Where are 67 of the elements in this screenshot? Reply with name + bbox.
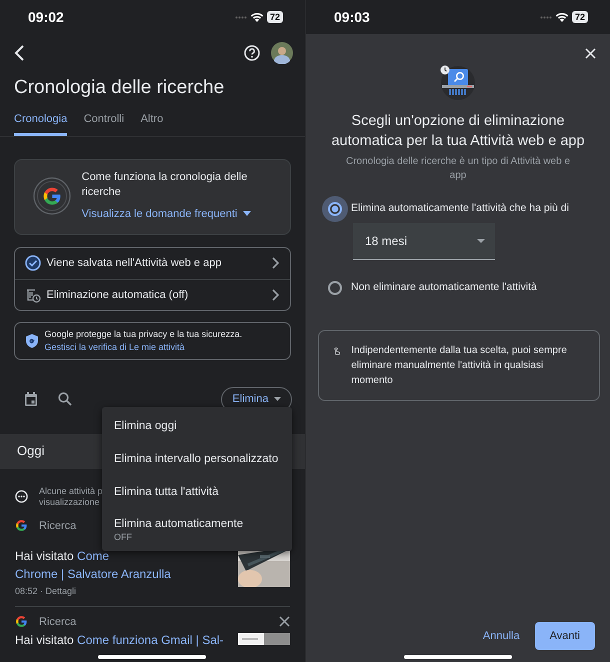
caret-icon: [477, 238, 485, 243]
battery-level: 72: [266, 11, 283, 23]
cancel-button[interactable]: Annulla: [478, 622, 524, 650]
menu-item[interactable]: Elimina intervallo personalizzato: [102, 446, 292, 479]
search-icon[interactable]: [58, 392, 72, 406]
clock: 09:02: [28, 8, 64, 26]
g-logo-icon: [15, 615, 28, 628]
signal-icon: [540, 16, 552, 18]
tab[interactable]: Altro: [140, 102, 164, 136]
check-circle-icon: [25, 255, 41, 272]
settings-row[interactable]: Viene salvata nell'Attività web e app: [15, 248, 290, 278]
caret-icon: [274, 397, 281, 402]
page-link[interactable]: Come funziona Gmail | Sal-: [77, 633, 224, 647]
close-icon[interactable]: [279, 616, 290, 628]
page-link[interactable]: Come: [77, 549, 110, 563]
wifi-icon: [250, 12, 264, 22]
battery-level: 72: [572, 11, 588, 23]
wifi-icon: [555, 12, 570, 22]
page-title: Cronologia delle ricerche: [14, 76, 226, 100]
chevron-right-icon: [270, 288, 280, 302]
search-history-logo-icon: [32, 176, 72, 216]
visited-text: Hai visitato Come Chrome | Salvatore Aranzulla: [15, 548, 171, 583]
menu-item[interactable]: Elimina tutta l'attività: [102, 478, 292, 512]
visited-text: Hai visitato Come funziona Gmail | Sal-: [15, 633, 224, 648]
tab[interactable]: Controlli: [84, 102, 124, 136]
notice-text: Alcune attività p visualizzazione: [39, 486, 103, 508]
help-icon[interactable]: [244, 45, 260, 61]
dialog-title: Scegli un'opzione di eliminazione automatica per la tua Attività web e app: [330, 112, 586, 151]
chevron-right-icon: [270, 256, 280, 270]
menu-item-label: Elimina automaticamente: [114, 518, 244, 532]
back-icon[interactable]: [14, 45, 26, 61]
next-button[interactable]: Avanti: [534, 622, 595, 650]
note-text: Indipendentemente dalla tua scelta, puoi sempre eliminare manualmente l'attività in qualsiasi momento: [351, 344, 568, 388]
shield-icon: [25, 333, 39, 349]
radio-button[interactable]: [328, 202, 342, 216]
period-select[interactable]: 18 mesi: [353, 222, 495, 260]
settings-row[interactable]: Eliminazione automatica (off): [15, 278, 290, 310]
source-label: Ricerca: [39, 614, 76, 630]
menu-item[interactable]: Elimina automaticamente OFF: [102, 511, 292, 549]
tab[interactable]: Cronologia: [14, 102, 68, 136]
source-label: Ricerca: [39, 518, 76, 534]
trash-clock-icon: [25, 286, 41, 303]
menu-item-label: Elimina intervallo personalizzato: [114, 452, 280, 467]
option-label: Elimina automaticamente l'attività che ha più di: [351, 201, 569, 216]
radio-button[interactable]: [328, 280, 342, 295]
menu-item[interactable]: Elimina oggi: [102, 413, 292, 446]
manage-link[interactable]: Gestisci la verifica di Le mie attività: [44, 341, 242, 354]
faq-link[interactable]: Visualizza le domande frequenti: [82, 206, 238, 222]
card-title: Come funziona la cronologia delle ricerche: [82, 170, 248, 200]
item-meta: 08:52 · Dettagli: [15, 585, 78, 598]
privacy-text: Google protegge la tua privacy e la tua sicurezza.: [44, 328, 242, 341]
setting-label: Viene salvata nell'Attività web e app: [46, 256, 222, 271]
dialog-subtitle: Cronologia delle ricerche è un tipo di Attività web e app: [344, 155, 572, 183]
menu-item-status: OFF: [114, 532, 133, 543]
page-link[interactable]: Chrome | Salvatore Aranzulla: [15, 567, 171, 581]
signal-icon: [235, 16, 248, 18]
calendar-icon[interactable]: [24, 392, 38, 407]
setting-label: Eliminazione automatica (off): [46, 288, 190, 302]
section-title: Oggi: [17, 442, 44, 460]
menu-item-label: Elimina tutta l'attività: [114, 486, 220, 500]
caret-icon: [242, 211, 251, 216]
g-logo-icon: [15, 519, 28, 532]
clock: 09:03: [334, 8, 370, 26]
avatar-icon[interactable]: [271, 42, 293, 64]
menu-item-label: Elimina oggi: [114, 420, 178, 434]
more-circle-icon: [15, 490, 28, 503]
option-label: Non eliminare automaticamente l'attività: [351, 280, 537, 295]
